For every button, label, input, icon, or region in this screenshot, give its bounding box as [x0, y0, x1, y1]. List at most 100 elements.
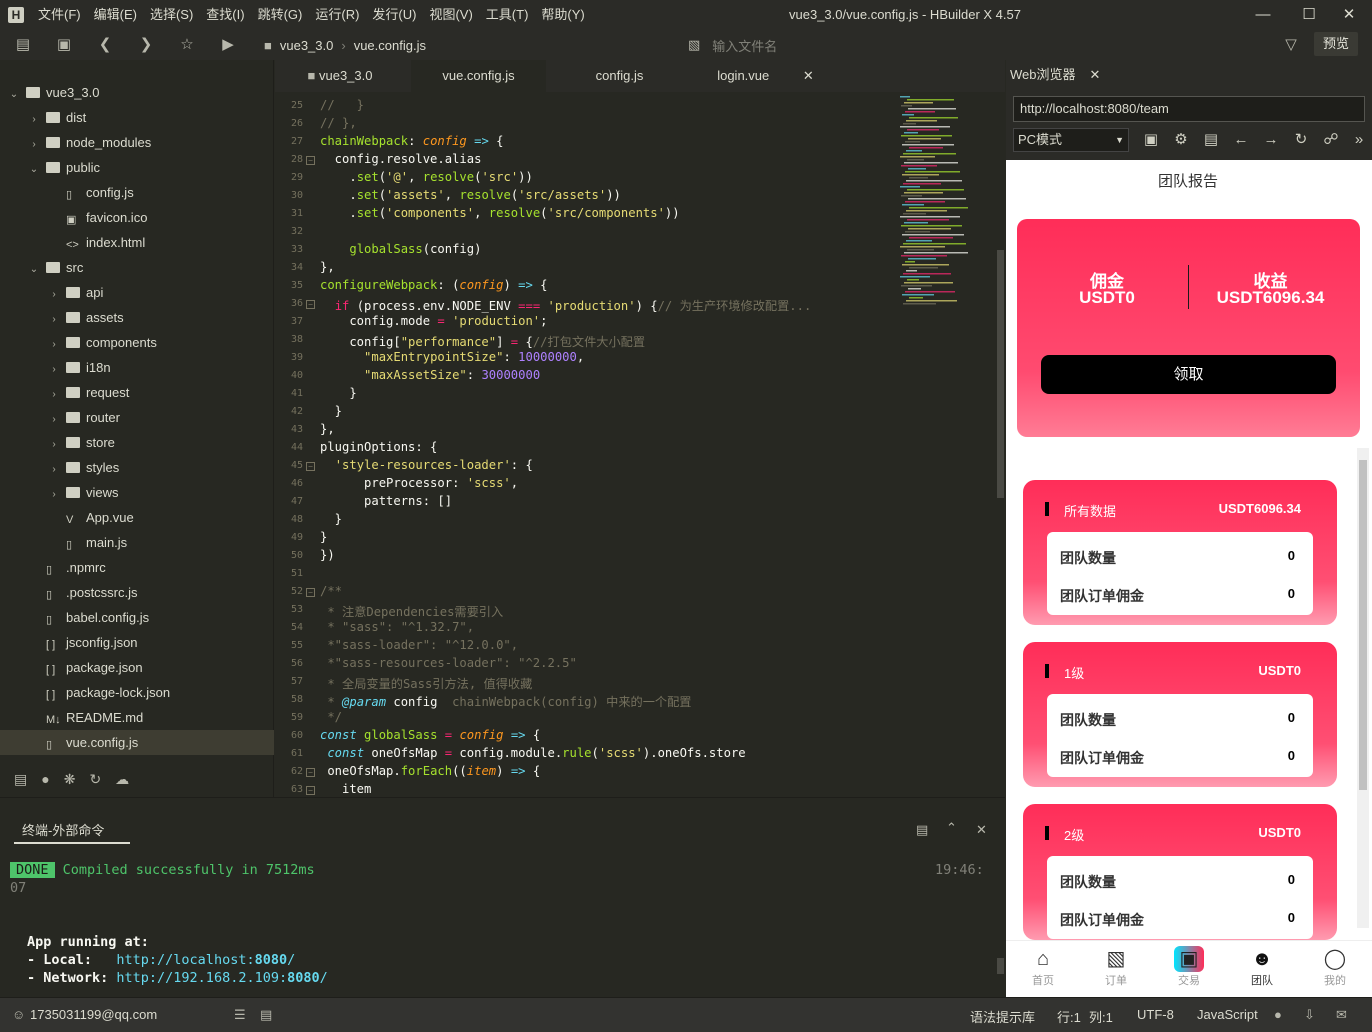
tree-item[interactable]: ▯ .npmrc — [0, 555, 274, 580]
terminal-icon[interactable]: ▤ — [260, 1007, 272, 1023]
code-line[interactable]: .set('components', resolve('src/componen… — [320, 206, 679, 220]
tree-item[interactable]: › node_modules — [0, 130, 274, 155]
tab-config[interactable]: config.js — [552, 60, 687, 92]
code-line[interactable]: const oneOfsMap = config.module.rule('sc… — [320, 746, 745, 760]
tree-item[interactable]: ▯ config.js — [0, 180, 274, 205]
tab-team[interactable]: ☻ 团队 — [1237, 946, 1287, 988]
tab-close-icon[interactable]: ✕ — [803, 68, 814, 83]
chevron-right-icon[interactable]: › — [48, 332, 60, 357]
terminal-collapse-icon[interactable]: ⌃ — [946, 820, 957, 836]
network-port[interactable]: 8080 — [287, 970, 320, 986]
explorer-icon[interactable]: ▤ — [14, 771, 27, 788]
console-icon[interactable]: ▤ — [1202, 130, 1220, 150]
url-input[interactable]: http://localhost:8080/team — [1013, 96, 1365, 122]
tree-item[interactable]: › api — [0, 280, 274, 305]
code-line[interactable]: if (process.env.NODE_ENV === 'production… — [320, 296, 812, 314]
tab-project[interactable]: ■ vue3_3.0 — [275, 60, 405, 92]
tree-item[interactable]: ▯ main.js — [0, 530, 274, 555]
code-line[interactable]: pluginOptions: { — [320, 440, 437, 454]
tree-item[interactable]: › i18n — [0, 355, 274, 380]
tab-mine[interactable]: ◯ 我的 — [1310, 946, 1360, 988]
fold-toggle-icon[interactable]: − — [306, 786, 315, 795]
claim-button[interactable]: 领取 — [1041, 355, 1336, 394]
fold-toggle-icon[interactable]: − — [306, 768, 315, 777]
code-line[interactable]: /** — [320, 584, 342, 598]
tree-item[interactable]: › router — [0, 405, 274, 430]
code-line[interactable]: oneOfsMap.forEach((item) => { — [320, 764, 540, 778]
fold-toggle-icon[interactable]: − — [306, 588, 315, 597]
chevron-right-icon[interactable]: › — [48, 432, 60, 457]
code-line[interactable]: config.resolve.alias — [320, 152, 482, 166]
lock-icon[interactable]: ☍ — [1322, 130, 1340, 150]
forward-arrow-icon[interactable]: → — [1262, 130, 1280, 150]
page-scrollbar-thumb[interactable] — [1359, 460, 1367, 790]
mode-select[interactable]: PC模式 ▼ — [1013, 128, 1129, 152]
plugin-icon[interactable]: ● — [41, 771, 49, 787]
screenshot-icon[interactable]: ▣ — [1142, 130, 1160, 150]
source-control-icon[interactable]: ↻ — [89, 771, 101, 788]
code-line[interactable]: globalSass(config) — [320, 242, 481, 256]
code-line[interactable]: *"sass-loader": "^12.0.0", — [320, 638, 518, 652]
code-line[interactable]: .set('assets', resolve('src/assets')) — [320, 188, 621, 202]
download-icon[interactable]: ⇩ — [1304, 1007, 1315, 1023]
save-icon[interactable]: ▣ — [55, 36, 73, 54]
preview-button[interactable]: 预览 — [1314, 32, 1358, 56]
fold-toggle-icon[interactable]: − — [306, 156, 315, 165]
back-arrow-icon[interactable]: ← — [1232, 130, 1250, 150]
back-icon[interactable]: ❮ — [96, 36, 114, 54]
notification-icon[interactable]: ✉ — [1336, 1007, 1347, 1023]
code-line[interactable]: * 注意Dependencies需要引入 — [320, 602, 503, 620]
close-icon[interactable]: ✕ — [1326, 0, 1372, 30]
chevron-down-icon[interactable]: ⌄ — [28, 257, 40, 282]
terminal-close-icon[interactable]: ✕ — [976, 822, 987, 838]
code-line[interactable]: // } — [320, 98, 364, 112]
debug-icon[interactable]: ❋ — [64, 771, 76, 788]
menu-run[interactable]: 运行(R) — [315, 0, 359, 30]
menu-publish[interactable]: 发行(U) — [372, 0, 416, 30]
code-line[interactable]: configureWebpack: (config) => { — [320, 278, 548, 292]
refresh-icon[interactable]: ↻ — [1292, 130, 1310, 150]
star-icon[interactable]: ☆ — [178, 36, 196, 54]
tree-item[interactable]: ▣ favicon.ico — [0, 205, 274, 230]
tree-item[interactable]: <> index.html — [0, 230, 274, 255]
menu-file[interactable]: 文件(F) — [38, 0, 81, 30]
run-icon[interactable]: ▶ — [219, 36, 237, 54]
tree-item[interactable]: V App.vue — [0, 505, 274, 530]
code-line[interactable]: * "sass": "^1.32.7", — [320, 620, 474, 634]
new-file-icon[interactable]: ▤ — [14, 36, 32, 54]
menu-select[interactable]: 选择(S) — [150, 0, 193, 30]
chevron-right-icon[interactable]: › — [48, 382, 60, 407]
filter-icon[interactable]: ▽ — [1282, 36, 1300, 54]
code-editor[interactable]: 25 // } 26 // }, 27 chainWebpack: config => {… — [275, 94, 895, 797]
encoding[interactable]: UTF-8 — [1137, 1007, 1174, 1022]
code-line[interactable]: */ — [320, 710, 342, 724]
menu-view[interactable]: 视图(V) — [429, 0, 472, 30]
language-mode[interactable]: JavaScript — [1197, 1007, 1258, 1022]
tab-trade[interactable]: ▣ 交易 — [1164, 946, 1214, 988]
code-line[interactable]: }, — [320, 260, 335, 274]
code-line[interactable]: item — [320, 782, 371, 796]
tree-item[interactable]: › views — [0, 480, 274, 505]
file-search-input[interactable]: ▧ 输入文件名 — [688, 36, 1248, 54]
menu-tools[interactable]: 工具(T) — [486, 0, 529, 30]
code-line[interactable]: } — [320, 404, 342, 418]
tree-item[interactable]: ⌄ public — [0, 155, 274, 180]
breadcrumb-file[interactable]: vue.config.js — [354, 38, 426, 53]
code-line[interactable]: }) — [320, 548, 335, 562]
editor-scrollbar[interactable] — [997, 250, 1004, 498]
code-line[interactable]: } — [320, 512, 342, 526]
code-line[interactable]: preProcessor: 'scss', — [320, 476, 518, 490]
more-icon[interactable]: » — [1350, 130, 1368, 150]
code-line[interactable]: "maxAssetSize": 30000000 — [320, 368, 540, 382]
cloud-icon[interactable]: ☁ — [115, 771, 129, 788]
tree-item[interactable]: › request — [0, 380, 274, 405]
chevron-right-icon[interactable]: › — [48, 407, 60, 432]
chevron-right-icon[interactable]: › — [28, 107, 40, 132]
tree-item[interactable]: [ ] jsconfig.json — [0, 630, 274, 655]
chevron-right-icon[interactable]: › — [48, 307, 60, 332]
terminal-tab[interactable]: 终端-外部命令 — [22, 820, 104, 839]
code-line[interactable]: 'style-resources-loader': { — [320, 458, 533, 472]
tree-item[interactable]: › dist — [0, 105, 274, 130]
menu-find[interactable]: 查找(I) — [206, 0, 244, 30]
terminal-new-icon[interactable]: ▤ — [916, 822, 928, 838]
